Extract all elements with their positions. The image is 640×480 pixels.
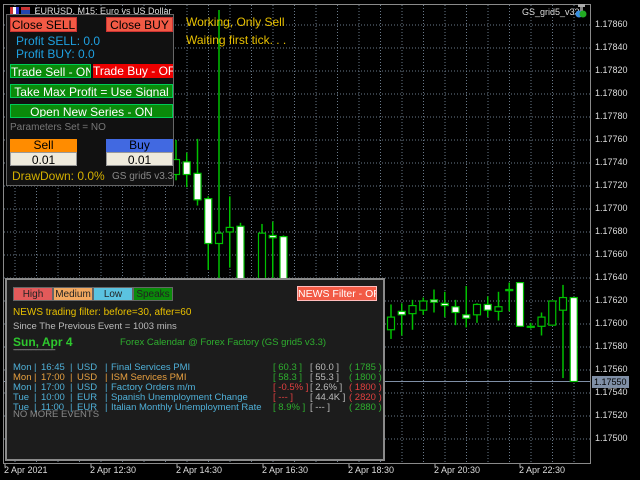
price-axis-label: 1.17540: [595, 387, 628, 397]
candle-body: [419, 300, 428, 311]
since-previous-event-text: Since The Previous Event = 1003 mins: [13, 321, 177, 332]
calendar-source: Forex Calendar @ Forex Factory (GS grid5…: [120, 337, 327, 348]
price-axis-label: 1.17620: [595, 295, 628, 305]
drawdown-text: DrawDown: 0.0%: [12, 169, 105, 183]
candle-body: [558, 296, 568, 311]
price-axis-label: 1.17640: [595, 272, 628, 282]
time-axis-label: 2 Apr 22:30: [519, 465, 566, 475]
impact-filter-high[interactable]: High: [13, 287, 53, 301]
price-axis-label: 1.17800: [595, 88, 628, 98]
date-underline: -------------------------: [13, 345, 56, 354]
version-text: GS grid5 v3.3: [112, 171, 174, 182]
news-panel: HighMediumLowSpeaks NEWS Filter - OFF NE…: [5, 278, 385, 461]
candle-body: [204, 198, 213, 245]
ea-control-panel: Close SELL Close BUY Profit SELL: 0.0 Pr…: [6, 14, 174, 186]
time-axis-label: 2 Apr 14:30: [176, 465, 223, 475]
impact-filter-medium[interactable]: Medium: [53, 287, 93, 301]
candle-body: [225, 226, 234, 233]
event-actual: [ 8.9% ]: [273, 402, 306, 413]
price-axis-label: 1.17720: [595, 180, 628, 190]
profit-sell-text: Profit SELL: 0.0: [16, 34, 101, 48]
candle-body: [214, 232, 224, 245]
price-axis-label: 1.17660: [595, 249, 628, 259]
close-buy-button[interactable]: Close BUY: [106, 17, 173, 32]
buy-lot-input[interactable]: 0.01: [106, 152, 173, 167]
time-axis-label: 2 Apr 16:30: [262, 465, 309, 475]
price-axis-label: 1.17600: [595, 318, 628, 328]
price-axis-label: 1.17680: [595, 226, 628, 236]
candle-body: [268, 234, 277, 239]
price-axis-label: 1.17860: [595, 19, 628, 29]
impact-filter-low[interactable]: Low: [93, 287, 133, 301]
open-new-series-toggle[interactable]: Open New Series - ON: [10, 104, 173, 118]
trade-buy-toggle[interactable]: Trade Buy - OFF: [93, 64, 173, 78]
no-more-events-text: NO MORE EVENTS: [13, 409, 100, 420]
candle-body: [526, 325, 535, 328]
event-title: Italian Monthly Unemployment Rate: [111, 402, 262, 413]
price-axis-label: 1.17780: [595, 111, 628, 121]
candle-body: [483, 303, 492, 311]
candle-body: [193, 172, 202, 201]
candle-body: [569, 296, 578, 383]
sell-lot-input[interactable]: 0.01: [10, 152, 77, 167]
buy-button[interactable]: Buy: [106, 139, 173, 152]
price-axis-label: 1.17820: [595, 65, 628, 75]
current-price-label: 1.17550: [592, 376, 629, 388]
news-filter-toggle[interactable]: NEWS Filter - OFF: [297, 286, 377, 301]
candle-body: [397, 310, 406, 316]
candle-body: [537, 316, 546, 327]
parameters-set-text: Parameters Set = NO: [10, 122, 106, 133]
news-filter-text: NEWS trading filter: before=30, after=60: [13, 307, 192, 318]
close-sell-button[interactable]: Close SELL: [10, 17, 77, 32]
separator: |: [105, 402, 108, 413]
expert-advisor-icon[interactable]: [575, 4, 587, 18]
candle-body: [548, 300, 557, 326]
candle-body: [386, 316, 396, 331]
price-axis-label: 1.17840: [595, 42, 628, 52]
time-axis-label: 2 Apr 12:30: [90, 465, 137, 475]
candle-body: [440, 302, 449, 307]
take-max-profit-button[interactable]: Take Max Profit = Use Signal: [10, 84, 173, 98]
candle-body: [451, 306, 460, 314]
time-axis-label: 2 Apr 2021: [4, 465, 48, 475]
ea-name-label: GS_grid5_v33: [522, 7, 580, 17]
candle-body: [494, 306, 503, 312]
time-axis-label: 2 Apr 18:30: [348, 465, 395, 475]
impact-filter-speaks[interactable]: Speaks: [133, 287, 173, 301]
candle-body: [462, 314, 471, 319]
status-line-1: Working, Only Sell: [186, 15, 285, 29]
event-minutes: ( 2880 ): [349, 402, 382, 413]
price-axis-label: 1.17520: [595, 410, 628, 420]
candle-body: [505, 288, 514, 292]
event-forecast: [ --- ]: [310, 402, 331, 413]
price-axis-label: 1.17500: [595, 433, 628, 443]
trade-sell-toggle[interactable]: Trade Sell - ON: [10, 64, 91, 78]
price-axis-label: 1.17760: [595, 134, 628, 144]
status-line-2: Waiting first tick. . .: [186, 33, 287, 47]
price-axis-label: 1.17560: [595, 364, 628, 374]
candle-body: [429, 299, 439, 303]
price-axis-label: 1.17700: [595, 203, 628, 213]
sell-button[interactable]: Sell: [10, 139, 77, 152]
candle-body: [182, 161, 191, 176]
profit-buy-text: Profit BUY: 0.0: [16, 47, 95, 61]
candle-body: [408, 305, 417, 315]
time-axis-label: 2 Apr 20:30: [434, 465, 481, 475]
price-axis-label: 1.17580: [595, 341, 628, 351]
candle-body: [515, 282, 525, 327]
candle-body: [472, 303, 482, 316]
price-axis-label: 1.17740: [595, 157, 628, 167]
